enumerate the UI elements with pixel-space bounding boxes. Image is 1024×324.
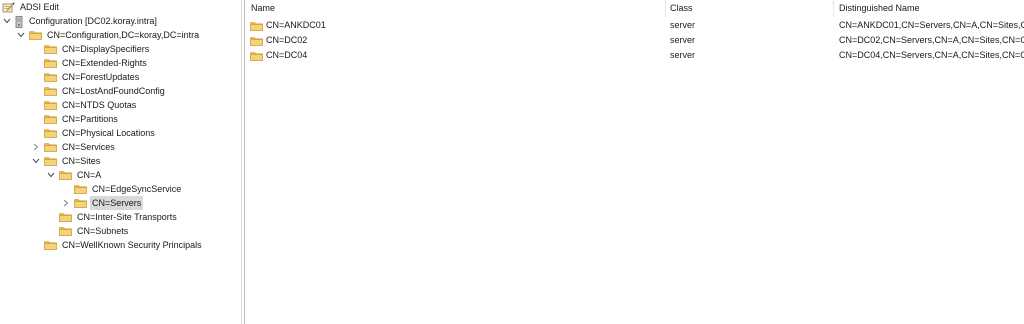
- folder-icon: [44, 128, 57, 138]
- cell-distinguished-name: CN=DC04,CN=Servers,CN=A,CN=Sites,CN=Conf…: [839, 50, 1024, 60]
- tree-node-ntds-quotas[interactable]: CN=NTDS Quotas: [44, 98, 138, 112]
- cell-name-text: CN=DC04: [266, 50, 308, 60]
- cell-class: server: [670, 50, 696, 60]
- cell-name-text: CN=DC02: [266, 35, 308, 45]
- folder-icon: [59, 170, 72, 180]
- server-icon: [15, 16, 24, 28]
- tree-node-inter-site-transports[interactable]: CN=Inter-Site Transports: [59, 210, 179, 224]
- tree-node-physical-locations[interactable]: CN=Physical Locations: [44, 126, 157, 140]
- tree-node-partitions[interactable]: CN=Partitions: [44, 112, 120, 126]
- folder-icon: [44, 142, 57, 152]
- folder-icon: [250, 21, 263, 31]
- tree-node-label: CN=LostAndFoundConfig: [62, 86, 165, 96]
- tree-node-services[interactable]: CN=Services: [31, 140, 117, 154]
- tree-root-adsi-edit[interactable]: ADSI Edit: [2, 0, 61, 14]
- tree-node-label: CN=Extended-Rights: [62, 58, 147, 68]
- tree-node-label: CN=Services: [62, 142, 115, 152]
- tree-node-label: CN=Sites: [62, 156, 101, 166]
- folder-icon: [74, 198, 87, 208]
- tree-node-displayspecifiers[interactable]: CN=DisplaySpecifiers: [44, 42, 151, 56]
- tree-node-label: CN=EdgeSyncService: [92, 184, 182, 194]
- cell-name-text: CN=ANKDC01: [266, 20, 326, 30]
- table-row[interactable]: CN=DC02 server CN=DC02,CN=Servers,CN=A,C…: [245, 33, 1024, 48]
- tree-node-subnets[interactable]: CN=Subnets: [59, 224, 130, 238]
- tree-node-label: CN=A: [77, 170, 102, 180]
- chevron-down-icon[interactable]: [2, 14, 12, 28]
- tree-node-configuration-connection[interactable]: Configuration [DC02.koray.intra]: [2, 14, 159, 28]
- chevron-down-icon[interactable]: [16, 28, 26, 42]
- folder-icon: [44, 58, 57, 68]
- folder-icon: [44, 156, 57, 166]
- tree-node-servers[interactable]: CN=Servers: [61, 196, 144, 210]
- folder-icon: [29, 30, 42, 40]
- folder-icon: [44, 240, 57, 250]
- folder-icon: [59, 212, 72, 222]
- cell-distinguished-name: CN=DC02,CN=Servers,CN=A,CN=Sites,CN=Conf…: [839, 35, 1024, 45]
- tree-root-label: ADSI Edit: [20, 2, 60, 12]
- tree-node-label: CN=NTDS Quotas: [62, 100, 137, 110]
- tree-node-label: Configuration [DC02.koray.intra]: [29, 16, 157, 26]
- folder-icon: [44, 100, 57, 110]
- console-tree[interactable]: ADSI Edit Configuration [DC02.koray.intr…: [0, 0, 241, 324]
- cell-distinguished-name: CN=ANKDC01,CN=Servers,CN=A,CN=Sites,CN=C…: [839, 20, 1024, 30]
- folder-icon: [44, 72, 57, 82]
- tree-node-lostandfoundconfig[interactable]: CN=LostAndFoundConfig: [44, 84, 167, 98]
- column-divider[interactable]: [833, 0, 834, 17]
- table-row[interactable]: CN=DC04 server CN=DC04,CN=Servers,CN=A,C…: [245, 48, 1024, 63]
- column-header-distinguished-name[interactable]: Distinguished Name: [839, 0, 920, 17]
- cell-name: CN=ANKDC01: [250, 18, 326, 33]
- tree-node-label: CN=Partitions: [62, 114, 118, 124]
- folder-icon: [44, 114, 57, 124]
- folder-icon: [59, 226, 72, 236]
- tree-node-forestupdates[interactable]: CN=ForestUpdates: [44, 70, 141, 84]
- chevron-down-icon[interactable]: [46, 168, 56, 182]
- tree-node-wellknown-security-principals[interactable]: CN=WellKnown Security Principals: [44, 238, 204, 252]
- column-divider[interactable]: [665, 0, 666, 17]
- tree-node-label: CN=DisplaySpecifiers: [62, 44, 150, 54]
- tree-node-site-a[interactable]: CN=A: [46, 168, 103, 182]
- column-header-class[interactable]: Class: [670, 0, 693, 17]
- chevron-right-icon[interactable]: [61, 196, 71, 210]
- column-header-name[interactable]: Name: [251, 0, 275, 17]
- tree-node-cn-configuration[interactable]: CN=Configuration,DC=koray,DC=intra: [16, 28, 201, 42]
- tree-node-extended-rights[interactable]: CN=Extended-Rights: [44, 56, 149, 70]
- folder-icon: [250, 51, 263, 61]
- folder-icon: [44, 44, 57, 54]
- cell-class: server: [670, 20, 696, 30]
- table-row[interactable]: CN=ANKDC01 server CN=ANKDC01,CN=Servers,…: [245, 18, 1024, 33]
- tree-node-label: CN=ForestUpdates: [62, 72, 140, 82]
- cell-name: CN=DC04: [250, 48, 307, 63]
- tree-node-label: CN=Subnets: [77, 226, 129, 236]
- cell-class: server: [670, 35, 696, 45]
- folder-icon: [74, 184, 87, 194]
- tree-node-sites[interactable]: CN=Sites: [31, 154, 102, 168]
- details-list[interactable]: Name Class Distinguished Name CN=ANKDC01…: [245, 0, 1024, 324]
- cell-name: CN=DC02: [250, 33, 307, 48]
- tree-node-label: CN=Inter-Site Transports: [77, 212, 177, 222]
- tree-node-label: CN=Configuration,DC=koray,DC=intra: [47, 30, 200, 40]
- folder-icon: [44, 86, 57, 96]
- tree-node-label: CN=WellKnown Security Principals: [62, 240, 202, 250]
- chevron-right-icon[interactable]: [31, 140, 41, 154]
- folder-icon: [250, 36, 263, 46]
- adsi-edit-icon: [2, 2, 15, 13]
- tree-node-label: CN=Physical Locations: [62, 128, 155, 138]
- chevron-down-icon[interactable]: [31, 154, 41, 168]
- tree-node-edgesyncservice[interactable]: CN=EdgeSyncService: [74, 182, 183, 196]
- tree-node-label-selected: CN=Servers: [90, 196, 144, 210]
